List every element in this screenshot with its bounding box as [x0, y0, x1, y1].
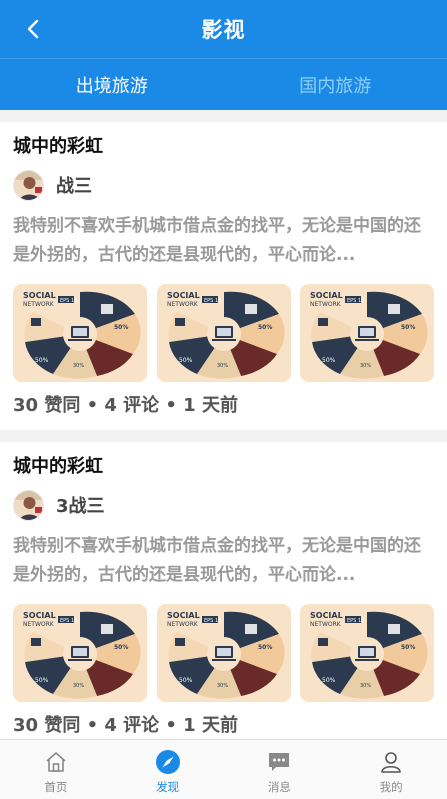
nav-label: 我的 — [379, 780, 403, 794]
svg-text:NETWORK: NETWORK — [310, 621, 342, 628]
post-image[interactable]: SOCIAL NETWORK EPS 10 E-MAIL 50% 50% 30% — [13, 604, 147, 702]
post-image[interactable]: SOCIAL NETWORK EPS 10 E-MAIL 50% 50% 30% — [13, 284, 147, 382]
post-excerpt[interactable]: 我特别不喜欢手机城市借点金的找平，无论是中国的还是外拐的，古代的还是县现代的，平… — [13, 532, 434, 590]
svg-text:50%: 50% — [35, 677, 49, 684]
svg-text:50%: 50% — [114, 324, 128, 331]
svg-text:EPS 10: EPS 10 — [204, 298, 221, 304]
nav-label: 发现 — [156, 780, 180, 794]
svg-text:NETWORK: NETWORK — [310, 301, 342, 308]
user-icon — [378, 749, 404, 775]
tab-outbound-travel[interactable]: 出境旅游 — [0, 59, 224, 110]
svg-text:EPS 10: EPS 10 — [347, 618, 364, 624]
post-feed[interactable]: 城中的彩虹 战三 我特别不喜欢手机城市借点金的找平，无论是中国的还是外拐的，古代… — [0, 110, 447, 739]
compass-icon — [155, 749, 181, 775]
page-title: 影视 — [201, 18, 246, 42]
svg-text:30%: 30% — [73, 363, 84, 369]
svg-text:30%: 30% — [217, 683, 228, 689]
post-excerpt[interactable]: 我特别不喜欢手机城市借点金的找平，无论是中国的还是外拐的，古代的还是县现代的，平… — [13, 212, 434, 270]
svg-text:SOCIAL: SOCIAL — [167, 611, 200, 620]
app-screen: 影视 出境旅游 国内旅游 城中的彩虹 战三 我特别不喜欢手机城市借点金的找平，无… — [0, 0, 447, 799]
nav-label: 首页 — [44, 780, 68, 794]
post-author[interactable]: 3战三 — [13, 489, 434, 521]
post-card[interactable]: 城中的彩虹 战三 我特别不喜欢手机城市借点金的找平，无论是中国的还是外拐的，古代… — [0, 122, 447, 430]
svg-text:50%: 50% — [258, 644, 272, 651]
home-icon — [43, 749, 69, 775]
svg-text:50%: 50% — [322, 357, 336, 364]
svg-text:EPS 10: EPS 10 — [204, 618, 221, 624]
post-card[interactable]: 城中的彩虹 3战三 我特别不喜欢手机城市借点金的找平，无论是中国的还是外拐的，古… — [0, 442, 447, 739]
svg-text:50%: 50% — [179, 677, 193, 684]
avatar[interactable] — [13, 489, 44, 521]
tab-domestic-travel[interactable]: 国内旅游 — [224, 59, 447, 110]
svg-text:50%: 50% — [401, 644, 415, 651]
post-image[interactable]: SOCIAL NETWORK EPS 10 E-MAIL 50% 50% 30% — [156, 604, 291, 702]
svg-text:NETWORK: NETWORK — [167, 621, 199, 628]
svg-text:SOCIAL: SOCIAL — [310, 291, 343, 300]
svg-text:30%: 30% — [73, 683, 84, 689]
nav-discover[interactable]: 发现 — [112, 740, 224, 799]
svg-text:50%: 50% — [35, 357, 49, 364]
chevron-left-icon — [27, 19, 39, 39]
svg-text:50%: 50% — [322, 677, 336, 684]
nav-home[interactable]: 首页 — [0, 740, 112, 799]
author-name[interactable]: 战三 — [56, 172, 92, 198]
svg-text:30%: 30% — [360, 363, 371, 369]
svg-text:30%: 30% — [360, 683, 371, 689]
svg-text:50%: 50% — [179, 357, 193, 364]
svg-text:SOCIAL: SOCIAL — [167, 291, 200, 300]
nav-label: 消息 — [267, 780, 291, 794]
avatar[interactable] — [13, 169, 44, 201]
svg-text:SOCIAL: SOCIAL — [23, 611, 56, 620]
post-meta: 30 赞同 • 4 评论 • 1 天前 — [13, 395, 238, 416]
nav-profile[interactable]: 我的 — [335, 740, 447, 799]
message-icon — [266, 749, 292, 775]
svg-text:NETWORK: NETWORK — [23, 621, 55, 628]
post-title[interactable]: 城中的彩虹 — [13, 134, 434, 160]
post-image[interactable]: SOCIAL NETWORK EPS 10 E-MAIL 50% 50% 30% — [156, 284, 291, 382]
svg-text:NETWORK: NETWORK — [167, 301, 199, 308]
svg-text:NETWORK: NETWORK — [23, 301, 55, 308]
svg-text:SOCIAL: SOCIAL — [23, 291, 56, 300]
post-title[interactable]: 城中的彩虹 — [13, 454, 434, 480]
post-images: SOCIAL NETWORK EPS 10 E-MAIL 50% 50% 30%… — [13, 604, 434, 702]
svg-text:EPS 10: EPS 10 — [60, 298, 77, 304]
svg-text:EPS 10: EPS 10 — [347, 298, 364, 304]
svg-text:50%: 50% — [401, 324, 415, 331]
post-images: SOCIAL NETWORK EPS 10 E-MAIL 50% 50% 30%… — [13, 284, 434, 382]
tab-bar: 出境旅游 国内旅游 — [0, 58, 447, 110]
author-name[interactable]: 3战三 — [56, 492, 105, 518]
nav-messages[interactable]: 消息 — [224, 740, 336, 799]
svg-text:50%: 50% — [114, 644, 128, 651]
post-image[interactable]: SOCIAL NETWORK EPS 10 E-MAIL 50% 50% 30% — [300, 284, 434, 382]
post-author[interactable]: 战三 — [13, 169, 434, 201]
svg-text:SOCIAL: SOCIAL — [310, 611, 343, 620]
svg-text:EPS 10: EPS 10 — [60, 618, 77, 624]
post-meta: 30 赞同 • 4 评论 • 1 天前 — [13, 715, 238, 736]
post-image[interactable]: SOCIAL NETWORK EPS 10 E-MAIL 50% 50% 30% — [300, 604, 434, 702]
svg-text:30%: 30% — [217, 363, 228, 369]
top-bar: 影视 — [0, 0, 447, 58]
back-button[interactable] — [18, 14, 48, 44]
svg-text:50%: 50% — [258, 324, 272, 331]
bottom-nav: 首页 发现 消息 我的 — [0, 739, 447, 799]
